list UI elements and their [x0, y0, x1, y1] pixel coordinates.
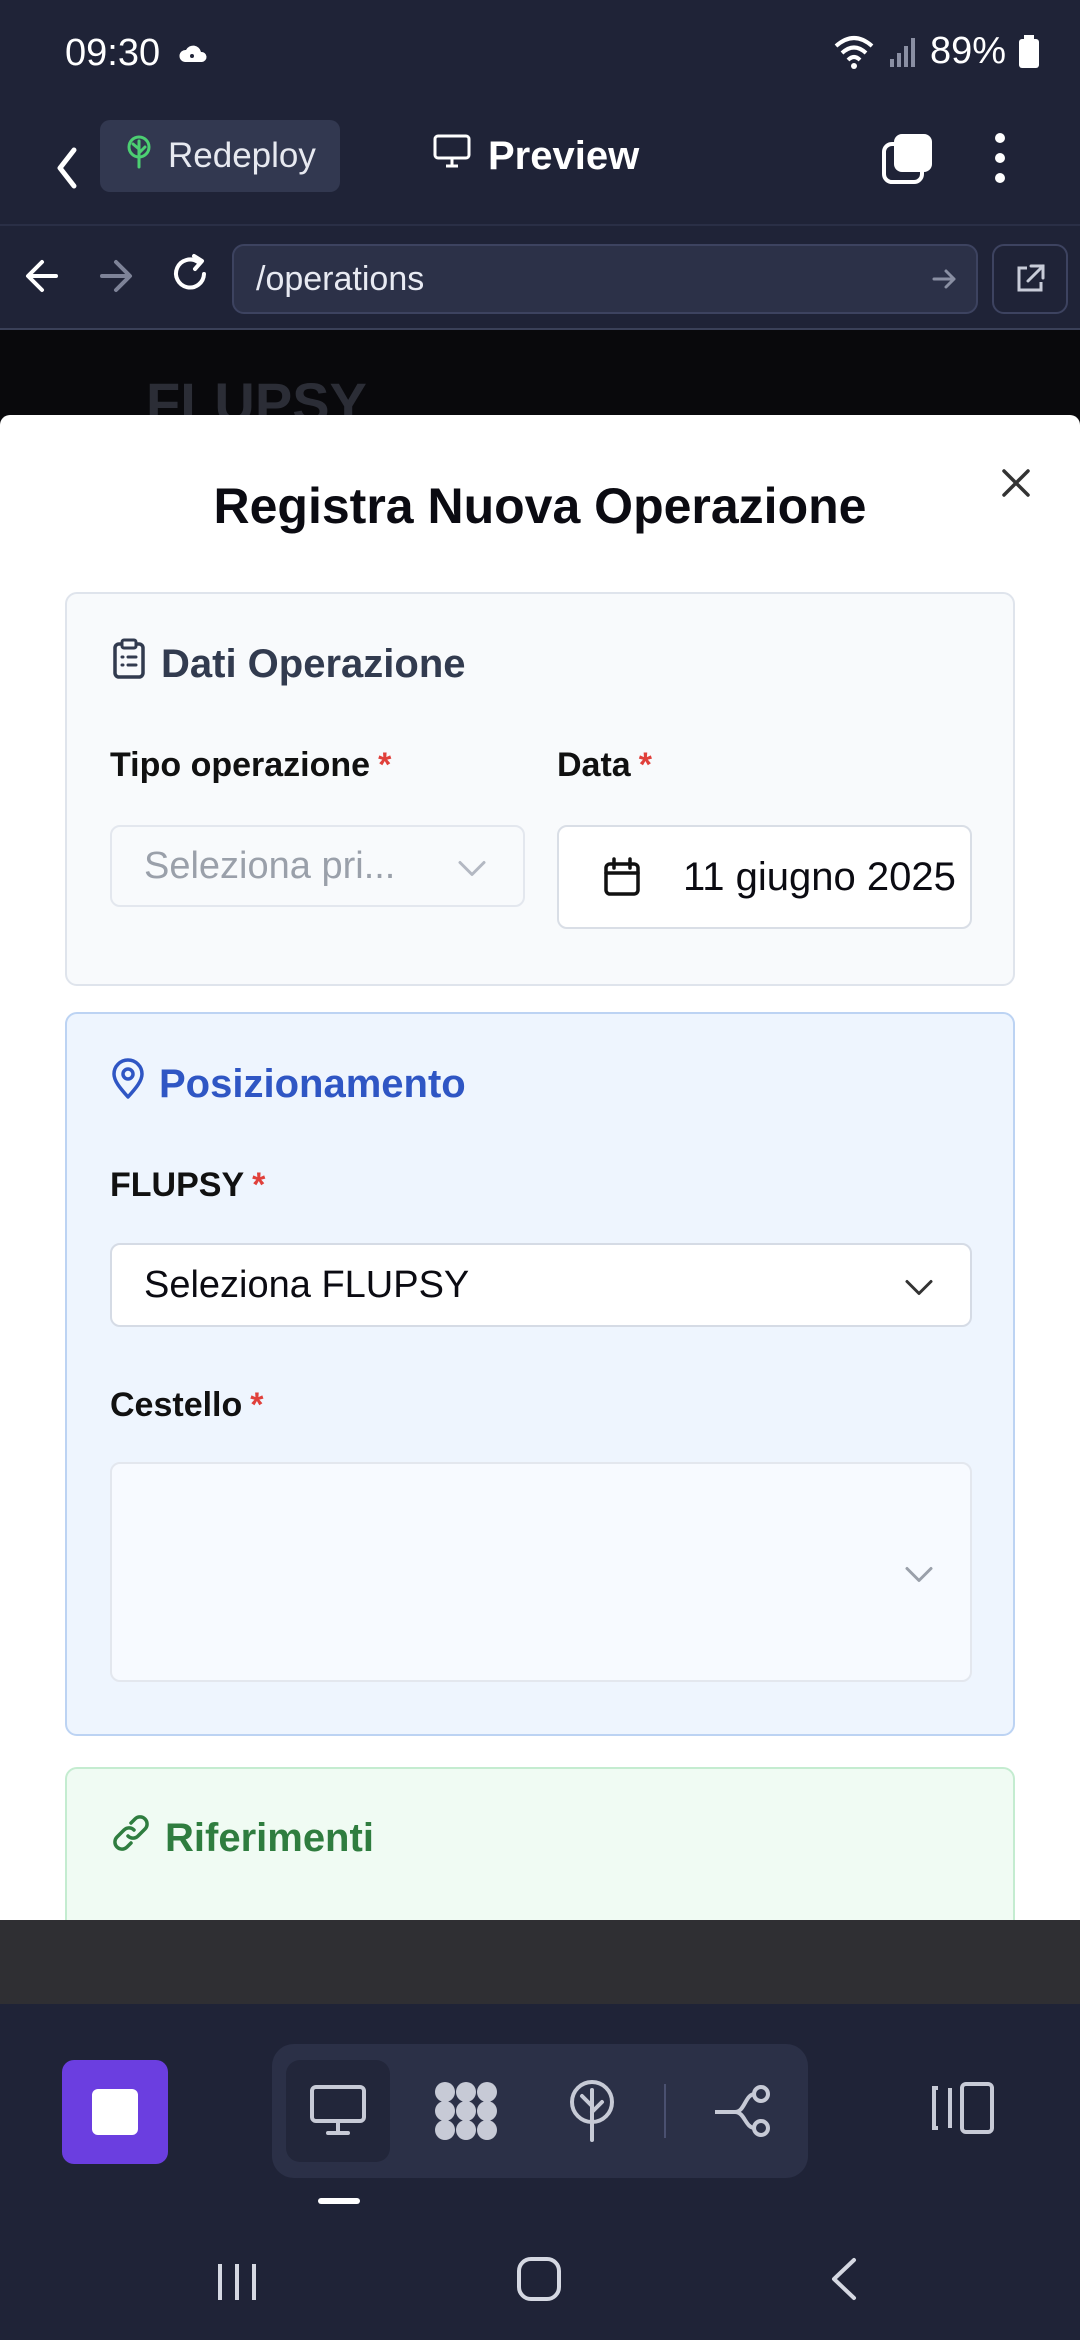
- location-pin-icon: [111, 1058, 145, 1110]
- references-section: Riferimenti: [65, 1767, 1015, 1920]
- references-heading-text: Riferimenti: [165, 1815, 374, 1860]
- chevron-down-icon: [457, 845, 487, 888]
- desktop-view-button[interactable]: [286, 2060, 390, 2162]
- battery-icon: [1018, 34, 1040, 69]
- operation-data-heading-text: Dati Operazione: [161, 641, 466, 686]
- bottom-toolbar: [0, 2004, 1080, 2216]
- status-bar: 09:30 89%: [0, 0, 1080, 112]
- chevron-down-icon: [904, 1551, 934, 1594]
- calendar-icon: [604, 857, 640, 896]
- deploy-button[interactable]: [540, 2060, 644, 2162]
- recent-apps-icon[interactable]: [216, 2260, 258, 2309]
- date-value: 11 giugno 2025: [683, 854, 956, 899]
- app-header: Redeploy Preview: [0, 112, 1080, 224]
- positioning-section: Posizionamento FLUPSY * Seleziona FLUPSY …: [65, 1012, 1015, 1736]
- basket-select[interactable]: [110, 1462, 972, 1682]
- required-marker: *: [638, 746, 652, 784]
- browser-back-icon[interactable]: [22, 254, 62, 303]
- monitor-icon: [432, 133, 472, 179]
- required-marker: *: [252, 1166, 266, 1204]
- home-icon[interactable]: [516, 2256, 562, 2307]
- branch-icon: [715, 2085, 770, 2137]
- operation-type-select[interactable]: Seleziona pri...: [110, 825, 525, 907]
- close-icon[interactable]: [996, 463, 1036, 503]
- flupsy-label: FLUPSY *: [110, 1166, 265, 1205]
- stop-button[interactable]: [62, 2060, 168, 2164]
- clipboard-icon: [111, 638, 147, 690]
- open-external-icon[interactable]: [992, 244, 1068, 314]
- preview-label: Preview: [488, 133, 640, 178]
- system-navigation-bar: [0, 2216, 1080, 2340]
- date-label: Data *: [557, 746, 652, 785]
- tool-group: [272, 2044, 808, 2178]
- grid-app-button[interactable]: [414, 2060, 518, 2162]
- background-page-footer: [0, 1920, 1080, 2004]
- deploy-tree-icon: [570, 2080, 614, 2142]
- url-text: /operations: [256, 259, 425, 298]
- status-time: 09:30: [65, 32, 161, 74]
- cloud-icon: [178, 44, 208, 69]
- toolbar-divider: [664, 2084, 666, 2138]
- references-heading: Riferimenti: [111, 1813, 374, 1863]
- operation-type-placeholder: Seleziona pri...: [144, 844, 396, 887]
- url-bar-row: /operations: [0, 224, 1080, 330]
- back-arrow-icon[interactable]: [48, 140, 88, 196]
- chevron-down-icon: [904, 1264, 934, 1307]
- date-picker[interactable]: 11 giugno 2025: [557, 825, 972, 929]
- tabs-icon[interactable]: [880, 130, 936, 186]
- reload-icon[interactable]: [168, 250, 212, 303]
- operation-data-heading: Dati Operazione: [111, 638, 466, 690]
- modules-icon: [435, 2082, 497, 2140]
- required-marker: *: [250, 1386, 264, 1424]
- wifi-icon: [832, 34, 876, 70]
- battery-text: 89%: [929, 30, 1006, 72]
- url-input[interactable]: /operations: [232, 244, 978, 314]
- date-label-text: Data: [557, 746, 631, 784]
- monitor-icon: [310, 2085, 366, 2135]
- redeploy-label: Redeploy: [168, 136, 316, 175]
- operation-data-section: Dati Operazione Tipo operazione * Selezio…: [65, 592, 1015, 986]
- new-operation-dialog: Registra Nuova Operazione Dati Operazion…: [0, 415, 1080, 1920]
- dialog-title: Registra Nuova Operazione: [213, 478, 867, 534]
- signal-icon: [888, 35, 918, 69]
- stop-icon: [92, 2089, 138, 2135]
- active-tab-indicator: [318, 2198, 360, 2204]
- flupsy-select[interactable]: Seleziona FLUPSY: [110, 1243, 972, 1327]
- browser-forward-icon[interactable]: [96, 254, 136, 303]
- basket-label-text: Cestello: [110, 1386, 243, 1424]
- system-back-icon[interactable]: [826, 2256, 860, 2307]
- tree-icon: [124, 135, 154, 178]
- flupsy-select-value: Seleziona FLUPSY: [144, 1263, 470, 1306]
- positioning-heading: Posizionamento: [111, 1058, 466, 1110]
- positioning-heading-text: Posizionamento: [159, 1061, 466, 1106]
- basket-label: Cestello *: [110, 1386, 264, 1425]
- flupsy-label-text: FLUPSY: [110, 1166, 245, 1204]
- go-arrow-icon[interactable]: [930, 264, 960, 303]
- git-branch-button[interactable]: [690, 2060, 794, 2162]
- redeploy-button[interactable]: Redeploy: [100, 120, 340, 192]
- more-menu-icon[interactable]: [985, 130, 1015, 186]
- required-marker: *: [378, 746, 392, 784]
- split-view-icon[interactable]: [928, 2080, 998, 2141]
- preview-tab[interactable]: Preview: [432, 126, 639, 186]
- link-icon: [111, 1813, 151, 1863]
- operation-type-label-text: Tipo operazione: [110, 746, 371, 784]
- operation-type-label: Tipo operazione *: [110, 746, 391, 785]
